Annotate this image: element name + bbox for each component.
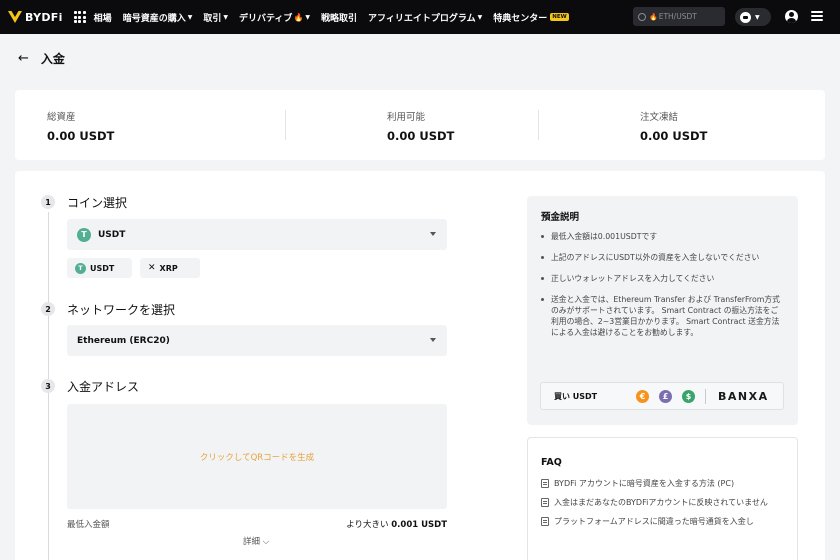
deposit-notes: 預金説明 最低入金額は0.001USDTです 上記のアドレスにUSDT以外の資産… (527, 196, 798, 425)
balance-value: 0.00 USDT (640, 129, 708, 143)
dollar-icon: $ (682, 390, 695, 403)
divider (538, 110, 539, 140)
chip-label: XRP (159, 263, 178, 273)
coin-chip-xrp[interactable]: ✕ XRP (140, 258, 200, 278)
min-deposit-amount: 0.001 USDT (391, 520, 447, 530)
nav-item-strategy[interactable]: 戦略取引 (321, 11, 357, 24)
step-number: 2 (41, 302, 55, 316)
new-badge: NEW (550, 13, 569, 21)
document-icon (541, 498, 549, 507)
nav-item-affiliate[interactable]: アフィリエイトプログラム ▼ (368, 11, 482, 24)
details-label: 詳細 (243, 537, 261, 547)
notes-title: 預金説明 (541, 212, 580, 223)
xrp-icon: ✕ (148, 263, 156, 273)
balance-label: 利用可能 (387, 112, 426, 123)
page-header: ← 入金 (18, 50, 65, 67)
step-title-address: 入金アドレス (67, 380, 140, 394)
fire-icon: 🔥 (649, 12, 658, 21)
euro-icon: € (636, 390, 649, 403)
nav-item-rewards[interactable]: 特典センター NEW (493, 11, 569, 24)
faq-list: BYDFi アカウントに暗号資産を入金する方法 (PC) 入金はまだあなたのBY… (541, 478, 787, 535)
document-icon (541, 517, 549, 526)
buy-usdt-banxa[interactable]: 買い USDT € £ $ BANXA (540, 382, 784, 410)
note-item: 送金と入金では、Ethereum Transfer および TransferFr… (541, 294, 785, 338)
tether-icon: T (77, 227, 91, 242)
nav-item-buy-crypto[interactable]: 暗号資産の購入 ▼ (123, 11, 193, 24)
page-title: 入金 (40, 52, 65, 66)
balance-value: 0.00 USDT (387, 129, 455, 143)
faq-text: 入金はまだあなたのBYDFiアカウントに反映されていません (554, 498, 768, 507)
step-number: 3 (41, 379, 55, 393)
apps-grid-icon[interactable] (73, 11, 86, 23)
coin-select-value: USDT (98, 229, 126, 240)
balance-value: 0.00 USDT (47, 129, 115, 143)
faq-text: プラットフォームアドレスに間違った暗号通貨を入金し (554, 517, 754, 526)
chevron-down-icon: ▼ (305, 13, 311, 21)
note-item: 最低入金額は0.001USDTです (541, 231, 785, 242)
wallet-button[interactable]: ▼ (735, 8, 771, 26)
chevron-down-icon: ▼ (223, 13, 228, 21)
chevron-down-icon: ⌵ (262, 537, 270, 547)
banxa-logo: BANXA (718, 390, 769, 403)
chevron-down-icon: ▼ (187, 13, 193, 21)
details-toggle[interactable]: 詳細 ⌵ (243, 535, 269, 547)
fire-icon: 🔥 (293, 12, 304, 22)
network-select[interactable]: Ethereum (ERC20) (67, 325, 447, 356)
step-title-coin: コイン選択 (67, 196, 128, 210)
notes-list: 最低入金額は0.001USDTです 上記のアドレスにUSDT以外の資産を入金しな… (541, 231, 785, 348)
faq-panel: FAQ BYDFi アカウントに暗号資産を入金する方法 (PC) 入金はまだあな… (527, 437, 798, 560)
tether-icon: T (75, 262, 86, 274)
wallet-icon (740, 11, 751, 23)
top-navbar: BYDFi 相場 暗号資産の購入 ▼ 取引 ▼ デリバティブ 🔥 ▼ 戦略取引 アフィリ… (0, 0, 840, 34)
faq-link[interactable]: プラットフォームアドレスに間違った暗号通貨を入金し (541, 516, 787, 527)
nav-item-trade[interactable]: 取引 ▼ (203, 11, 228, 24)
main-nav: 相場 暗号資産の購入 ▼ 取引 ▼ デリバティブ 🔥 ▼ 戦略取引 アフィリエイトプログ… (94, 11, 580, 24)
nav-item-derivatives[interactable]: デリバティブ 🔥 ▼ (239, 11, 310, 24)
logo-text: BYDFi (25, 10, 63, 24)
faq-title: FAQ (541, 457, 562, 468)
search-input[interactable]: 🔥 ETH/USDT (633, 7, 725, 26)
caret-down-icon (430, 338, 436, 342)
nav-item-market[interactable]: 相場 (94, 11, 112, 24)
step-number: 1 (41, 195, 55, 209)
divider (705, 389, 706, 404)
coin-chip-usdt[interactable]: T USDT (67, 258, 132, 278)
caret-down-icon (430, 232, 436, 236)
note-item: 正しいウォレットアドレスを入力してください (541, 273, 785, 284)
menu-icon[interactable] (811, 11, 823, 21)
chevron-down-icon: ▼ (477, 13, 483, 21)
generate-qr-button[interactable]: クリックしてQRコードを生成 (67, 404, 447, 509)
coin-select[interactable]: T USDT (67, 219, 447, 250)
frozen-balance: 注文凍結 0.00 USDT (640, 109, 707, 143)
available-balance: 利用可能 0.00 USDT (387, 109, 454, 143)
step-title-network: ネットワークを選択 (67, 303, 176, 317)
min-deposit-prefix: より大きい (346, 520, 389, 530)
chevron-down-icon: ▼ (755, 13, 760, 21)
balance-summary: 総資産 0.00 USDT 利用可能 0.00 USDT 注文凍結 0.00 U… (15, 90, 825, 160)
back-arrow-icon[interactable]: ← (18, 52, 29, 65)
pound-icon: £ (659, 390, 672, 403)
total-assets: 総資産 0.00 USDT (47, 109, 114, 143)
bydfi-logo[interactable]: BYDFi (8, 10, 63, 24)
document-icon (541, 479, 549, 488)
note-item: 上記のアドレスにUSDT以外の資産を入金しないでください (541, 252, 785, 263)
divider (285, 110, 286, 140)
min-deposit-value: より大きい 0.001 USDT (346, 518, 447, 530)
balance-label: 総資産 (47, 112, 76, 123)
faq-link[interactable]: 入金はまだあなたのBYDFiアカウントに反映されていません (541, 497, 787, 508)
user-account-icon[interactable] (785, 10, 798, 23)
network-select-value: Ethereum (ERC20) (77, 335, 170, 346)
search-icon (638, 12, 646, 21)
faq-link[interactable]: BYDFi アカウントに暗号資産を入金する方法 (PC) (541, 478, 787, 489)
bydfi-logo-icon (8, 11, 22, 23)
balance-label: 注文凍結 (640, 112, 679, 123)
min-deposit-label: 最低入金額 (67, 520, 110, 530)
qr-prompt: クリックしてQRコードを生成 (199, 452, 315, 463)
buy-label: 買い USDT (554, 391, 598, 401)
chip-label: USDT (90, 263, 115, 273)
search-placeholder: ETH/USDT (658, 12, 697, 21)
faq-text: BYDFi アカウントに暗号資産を入金する方法 (PC) (554, 479, 735, 488)
